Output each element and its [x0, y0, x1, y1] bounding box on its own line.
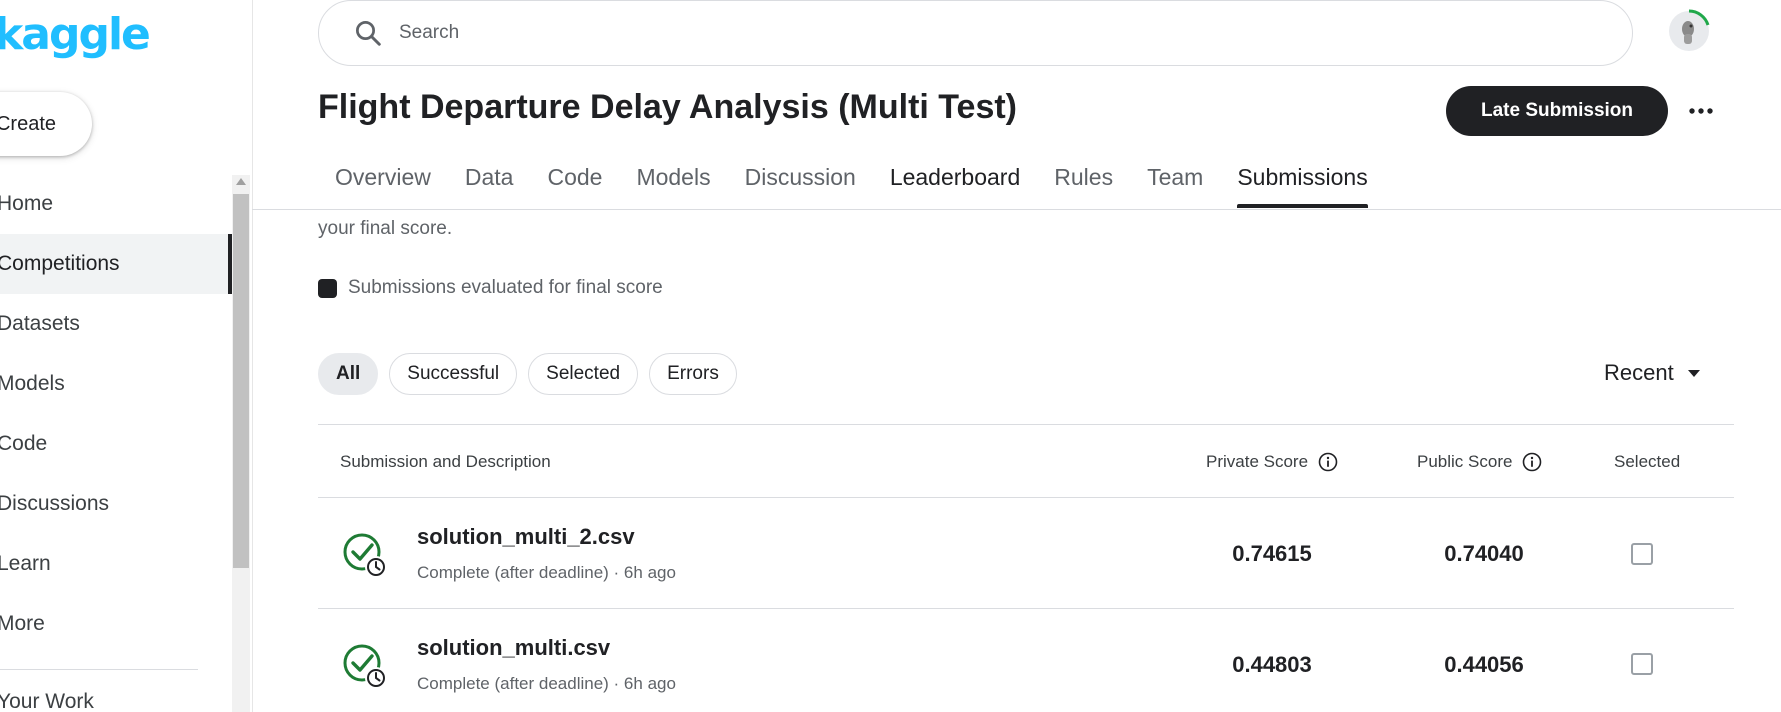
- kaggle-logo[interactable]: kaggle: [0, 10, 151, 60]
- selected-checkbox[interactable]: [1631, 653, 1653, 675]
- tab-submissions[interactable]: Submissions: [1220, 156, 1384, 208]
- header-selected-label: Selected: [1614, 452, 1681, 471]
- header-public-label: Public Score: [1417, 452, 1513, 471]
- sidebar: kaggle Create Home Competitions Datasets…: [0, 0, 253, 712]
- sidebar-nav: Home Competitions Datasets Models Code D…: [0, 174, 232, 654]
- submission-filters: All Successful Selected Errors: [318, 353, 748, 395]
- more-options-button[interactable]: [1684, 96, 1718, 126]
- private-score: 0.74615: [1232, 541, 1312, 566]
- sidebar-divider: [0, 669, 198, 670]
- tab-data[interactable]: Data: [448, 156, 531, 208]
- legend-swatch: [318, 278, 337, 298]
- caret-down-icon: [1687, 369, 1700, 377]
- create-button-label: Create: [0, 112, 56, 135]
- header-private-label: Private Score: [1206, 452, 1309, 471]
- tab-leaderboard[interactable]: Leaderboard: [873, 156, 1037, 208]
- header-submission-label: Submission and Description: [340, 452, 551, 471]
- sidebar-item-label: Models: [0, 372, 65, 395]
- user-avatar-icon: [1669, 9, 1710, 51]
- sidebar-item-home[interactable]: Home: [0, 174, 232, 234]
- filter-selected-chip[interactable]: Selected: [528, 353, 639, 395]
- header-submission: Submission and Description: [340, 452, 551, 472]
- tab-code[interactable]: Code: [530, 156, 619, 208]
- sidebar-item-discussions[interactable]: Discussions: [0, 474, 232, 534]
- filter-successful-chip[interactable]: Successful: [389, 353, 518, 395]
- legend-label: Submissions evaluated for final score: [348, 277, 663, 298]
- row-divider: [318, 497, 1734, 498]
- sort-dropdown[interactable]: Recent: [1604, 360, 1700, 386]
- sidebar-item-label: Datasets: [0, 312, 80, 335]
- sidebar-item-your-work[interactable]: Your Work: [0, 690, 94, 712]
- submission-status: Complete (after deadline) · 6h ago: [417, 674, 676, 693]
- sidebar-item-label: Learn: [0, 552, 51, 575]
- tab-discussion[interactable]: Discussion: [728, 156, 873, 208]
- search-icon: [356, 21, 381, 46]
- final-score-legend: Submissions evaluated for final score: [318, 277, 663, 299]
- tab-overview[interactable]: Overview: [318, 156, 448, 208]
- tab-team[interactable]: Team: [1130, 156, 1220, 208]
- submission-file-name[interactable]: solution_multi_2.csv: [417, 524, 635, 550]
- sidebar-item-label: More: [0, 612, 45, 635]
- search-bar[interactable]: [318, 0, 1633, 66]
- create-button[interactable]: Create: [0, 92, 92, 156]
- sidebar-item-label: Home: [0, 192, 54, 215]
- public-score: 0.74040: [1444, 541, 1524, 566]
- avatar[interactable]: [1666, 8, 1712, 54]
- description-text: your final score.: [318, 218, 453, 239]
- sidebar-item-more[interactable]: More: [0, 594, 232, 654]
- filter-errors-chip[interactable]: Errors: [649, 353, 737, 395]
- page-title: Flight Departure Delay Analysis (Multi T…: [318, 88, 1018, 126]
- submission-file-name[interactable]: solution_multi.csv: [417, 635, 610, 661]
- row-divider: [318, 608, 1734, 609]
- private-score: 0.44803: [1232, 652, 1312, 677]
- late-submission-button[interactable]: Late Submission: [1446, 86, 1668, 136]
- tab-rules[interactable]: Rules: [1037, 156, 1130, 208]
- complete-check-icon: [343, 644, 387, 689]
- filter-all-chip[interactable]: All: [318, 353, 379, 395]
- sidebar-item-datasets[interactable]: Datasets: [0, 294, 232, 354]
- table-top-border: [318, 424, 1734, 425]
- scroll-up-arrow-icon[interactable]: [236, 178, 246, 185]
- sidebar-item-label: Competitions: [0, 252, 120, 275]
- sidebar-scrollbar-thumb[interactable]: [233, 194, 249, 568]
- search-input[interactable]: [397, 21, 1501, 45]
- header-private-score: Private Score: [1206, 452, 1338, 472]
- public-score: 0.44056: [1444, 652, 1524, 677]
- complete-check-icon: [343, 533, 387, 578]
- submission-status: Complete (after deadline) · 6h ago: [417, 563, 676, 582]
- sidebar-item-label: Discussions: [0, 492, 110, 515]
- sidebar-item-competitions[interactable]: Competitions: [0, 234, 232, 294]
- more-horizontal-icon: [1689, 108, 1713, 114]
- sidebar-item-code[interactable]: Code: [0, 414, 232, 474]
- sidebar-item-learn[interactable]: Learn: [0, 534, 232, 594]
- selected-checkbox[interactable]: [1631, 543, 1653, 565]
- info-icon[interactable]: [1318, 452, 1338, 472]
- sidebar-item-label: Code: [0, 432, 48, 455]
- header-public-score: Public Score: [1417, 452, 1542, 472]
- info-icon[interactable]: [1522, 452, 1542, 472]
- sidebar-item-models[interactable]: Models: [0, 354, 232, 414]
- competition-tabs: Overview Data Code Models Discussion Lea…: [318, 156, 1385, 208]
- tabs-divider: [252, 209, 1781, 210]
- tab-models[interactable]: Models: [619, 156, 727, 208]
- header-selected: Selected: [1614, 452, 1680, 472]
- sort-label: Recent: [1604, 360, 1674, 385]
